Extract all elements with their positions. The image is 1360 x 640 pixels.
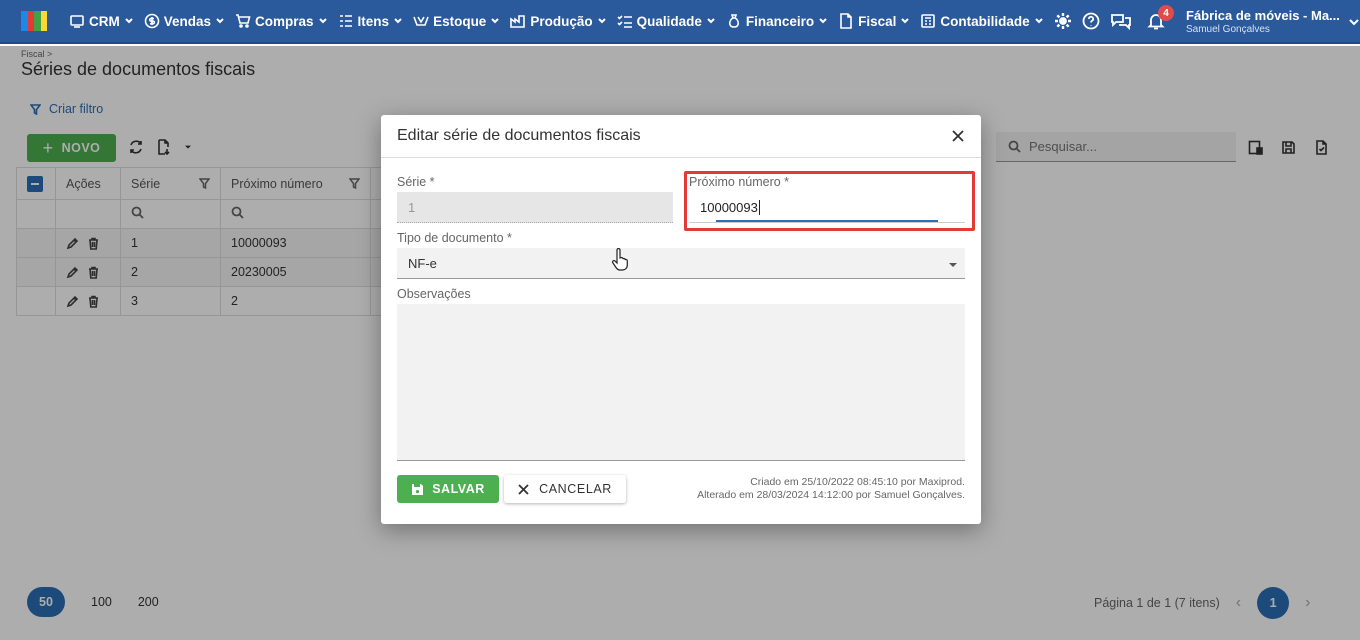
menu-fiscal[interactable]: Fiscal — [838, 13, 910, 29]
chevron-down-icon[interactable] — [1348, 16, 1360, 28]
close-button[interactable] — [951, 129, 965, 143]
stock-icon — [413, 16, 429, 26]
money-bag-icon — [728, 14, 739, 28]
dollar-icon — [144, 13, 160, 29]
notifications-button[interactable]: 4 — [1146, 5, 1174, 33]
chevron-down-icon — [1034, 18, 1043, 24]
factory-icon — [510, 15, 526, 28]
document-type-select[interactable]: NF-e — [397, 248, 965, 279]
notes-textarea[interactable] — [397, 304, 965, 461]
close-icon — [952, 130, 964, 142]
notes-label: Observações — [397, 287, 471, 301]
highlight-box — [684, 171, 975, 231]
document-icon — [840, 13, 852, 29]
menu-financeiro[interactable]: Financeiro — [726, 13, 828, 29]
dropdown-arrow-icon — [949, 263, 957, 267]
menu-vendas[interactable]: Vendas — [144, 13, 225, 29]
chat-icon — [1110, 14, 1131, 30]
dialog-title: Editar série de documentos fiscais — [397, 127, 641, 144]
help-button[interactable] — [1082, 12, 1100, 30]
chevron-down-icon — [318, 18, 327, 24]
company-selector[interactable]: Fábrica de móveis - Ma... Samuel Gonçalv… — [1186, 8, 1340, 36]
menu-itens[interactable]: Itens — [338, 13, 404, 29]
items-icon — [339, 15, 352, 27]
settings-button[interactable] — [1054, 12, 1072, 30]
gear-icon — [1054, 13, 1071, 29]
company-name: Fábrica de móveis - Ma... — [1186, 8, 1340, 24]
dialog-header: Editar série de documentos fiscais — [381, 115, 981, 158]
chevron-down-icon — [819, 18, 827, 24]
chevron-down-icon — [707, 18, 715, 24]
serie-field: 1 — [397, 192, 673, 223]
chevron-down-icon — [125, 18, 133, 24]
chevron-down-icon — [394, 18, 402, 24]
chevron-down-icon — [491, 18, 500, 24]
serie-label: Série * — [397, 175, 435, 189]
cart-icon — [236, 14, 251, 28]
menu-crm[interactable]: CRM — [69, 13, 134, 29]
chat-button[interactable] — [1110, 12, 1132, 30]
audit-info: Criado em 25/10/2022 08:45:10 por Maxipr… — [697, 476, 965, 502]
edit-series-dialog: Editar série de documentos fiscais Série… — [381, 115, 981, 524]
notification-count-badge: 4 — [1158, 5, 1174, 21]
menu-qualidade[interactable]: Qualidade — [617, 13, 716, 29]
quality-icon — [617, 15, 632, 28]
created-info: Criado em 25/10/2022 08:45:10 por Maxipr… — [750, 476, 965, 488]
main-menu: CRM Vendas Compras Itens Estoque Produçã… — [69, 0, 1142, 42]
chevron-down-icon — [597, 18, 606, 24]
help-icon — [1082, 12, 1100, 30]
menu-compras[interactable]: Compras — [235, 13, 328, 29]
user-name: Samuel Gonçalves — [1186, 23, 1270, 35]
cancel-button[interactable]: CANCELAR — [504, 475, 626, 503]
floppy-disk-icon — [412, 483, 424, 495]
menu-contabilidade[interactable]: Contabilidade — [920, 13, 1043, 29]
user-area: 4 Fábrica de móveis - Ma... Samuel Gonça… — [1146, 0, 1360, 44]
chevron-down-icon — [216, 18, 224, 24]
app-logo[interactable] — [21, 11, 47, 31]
hand-cursor-icon — [612, 248, 628, 271]
save-button[interactable]: SALVAR — [397, 475, 499, 503]
calculator-icon — [921, 14, 936, 28]
close-icon — [518, 483, 529, 495]
top-navigation-bar: CRM Vendas Compras Itens Estoque Produçã… — [0, 0, 1360, 44]
menu-estoque[interactable]: Estoque — [413, 13, 500, 29]
chevron-down-icon — [901, 18, 910, 24]
updated-info: Alterado em 28/03/2024 14:12:00 por Samu… — [697, 489, 965, 502]
crm-icon — [70, 15, 84, 28]
menu-producao[interactable]: Produção — [510, 13, 606, 29]
document-type-label: Tipo de documento * — [397, 231, 512, 245]
